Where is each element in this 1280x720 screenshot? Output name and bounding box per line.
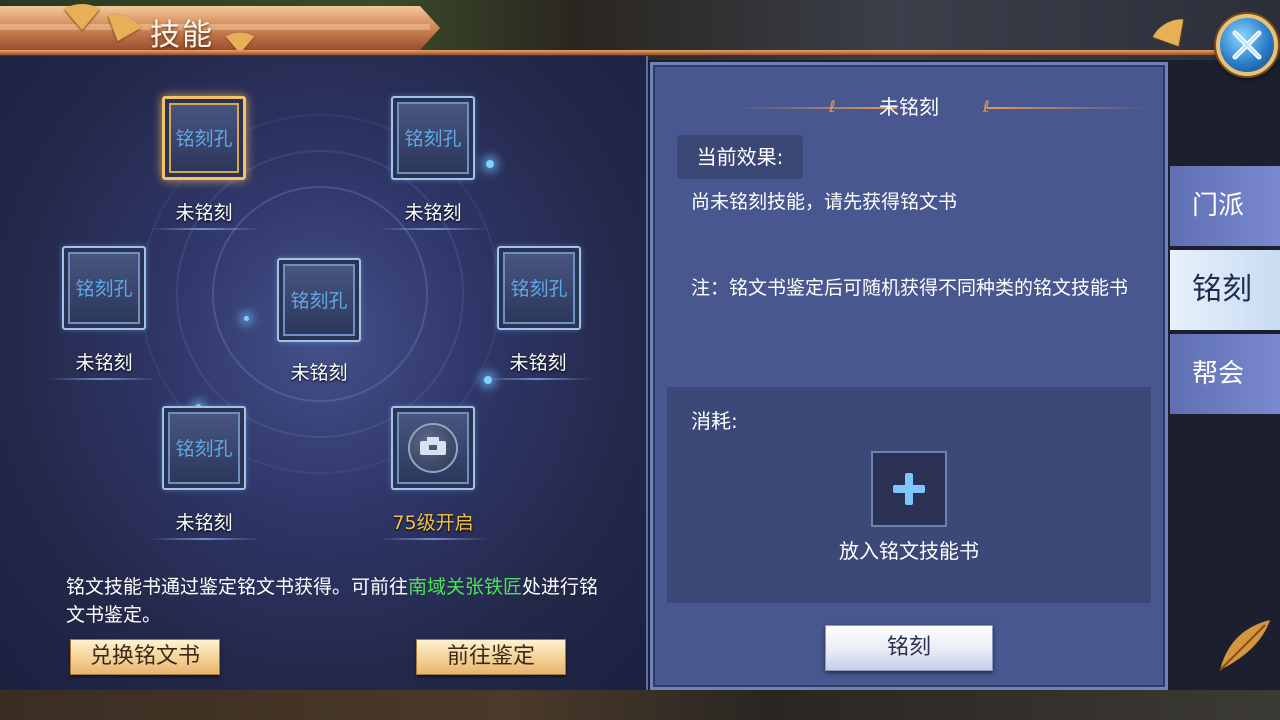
engrave-slot[interactable]: 铭刻孔 [391,96,475,180]
fan-ornament-icon [60,4,104,30]
engrave-slot[interactable]: 铭刻孔 [497,246,581,330]
info-text-before: 铭文技能书通过鉴定铭文书获得。可前往 [66,576,409,598]
cost-label: 消耗: [691,409,738,433]
unlock-level-caption: 75级开启 [392,512,474,534]
caption-underline [378,228,488,230]
engrave-slot[interactable]: 铭刻孔 [162,96,246,180]
slot-label: 铭刻孔 [175,128,233,150]
background-scene-bottom [0,690,1280,720]
slot-label: 铭刻孔 [404,128,462,150]
slots-panel: 铭刻孔 未铭刻 铭刻孔 未铭刻 铭刻孔 未铭刻 铭刻孔 未铭刻 铭刻孔 未铭刻 … [0,56,648,690]
slot-label: 铭刻孔 [75,278,133,300]
info-text: 铭文技能书通过鉴定铭文书获得。可前往南域关张铁匠处进行铭文书鉴定。 [66,573,606,629]
engrave-button[interactable]: 铭刻 [825,625,993,671]
slot-label: 铭刻孔 [290,290,348,312]
goto-identify-button[interactable]: 前往鉴定 [416,639,566,675]
close-icon [1232,30,1262,60]
detail-title: 未铭刻 [879,95,939,119]
add-book-slot[interactable] [871,451,947,527]
npc-link[interactable]: 南域关张铁匠 [408,576,522,598]
current-effect-text: 尚未铭刻技能，请先获得铭文书 [691,191,958,213]
plus-icon [893,473,925,505]
slot-caption: 未铭刻 [509,352,567,374]
fan-ornament-icon [1219,620,1270,671]
slot-caption: 未铭刻 [290,362,348,384]
engrave-slot[interactable]: 铭刻孔 [277,258,361,342]
title-decoration [987,107,1147,109]
slot-caption: 未铭刻 [175,202,233,224]
close-button[interactable] [1216,14,1278,76]
tab-sect[interactable]: 门派 [1170,166,1280,246]
cost-section: 消耗: 放入铭文技能书 [667,387,1151,603]
caption-underline [150,538,260,540]
tab-engrave[interactable]: 铭刻 [1170,250,1280,330]
page-title: 技能 [150,18,214,53]
engrave-slot[interactable]: 铭刻孔 [62,246,146,330]
caption-underline [150,228,260,230]
slot-label: 铭刻孔 [175,438,233,460]
slot-caption: 未铭刻 [175,512,233,534]
add-book-label: 放入铭文技能书 [839,539,979,563]
lock-icon [408,423,458,473]
detail-panel: ℓ 未铭刻 ℓ 当前效果: 尚未铭刻技能，请先获得铭文书 注：铭文书鉴定后可随机… [650,62,1168,690]
caption-underline [482,378,592,380]
slot-caption: 未铭刻 [404,202,462,224]
slot-label: 铭刻孔 [510,278,568,300]
exchange-book-button[interactable]: 兑换铭文书 [70,639,220,675]
slot-caption: 未铭刻 [75,352,133,374]
locked-slot[interactable] [391,406,475,490]
tab-guild[interactable]: 帮会 [1170,334,1280,414]
sparkle [486,160,494,168]
sparkle [244,316,249,321]
caption-underline [378,538,488,540]
title-bar: 技能 [0,0,1240,60]
caption-underline [48,378,158,380]
engrave-slot[interactable]: 铭刻孔 [162,406,246,490]
current-effect-label: 当前效果: [677,135,803,179]
note-text: 注：铭文书鉴定后可随机获得不同种类的铭文技能书 [691,277,1129,299]
